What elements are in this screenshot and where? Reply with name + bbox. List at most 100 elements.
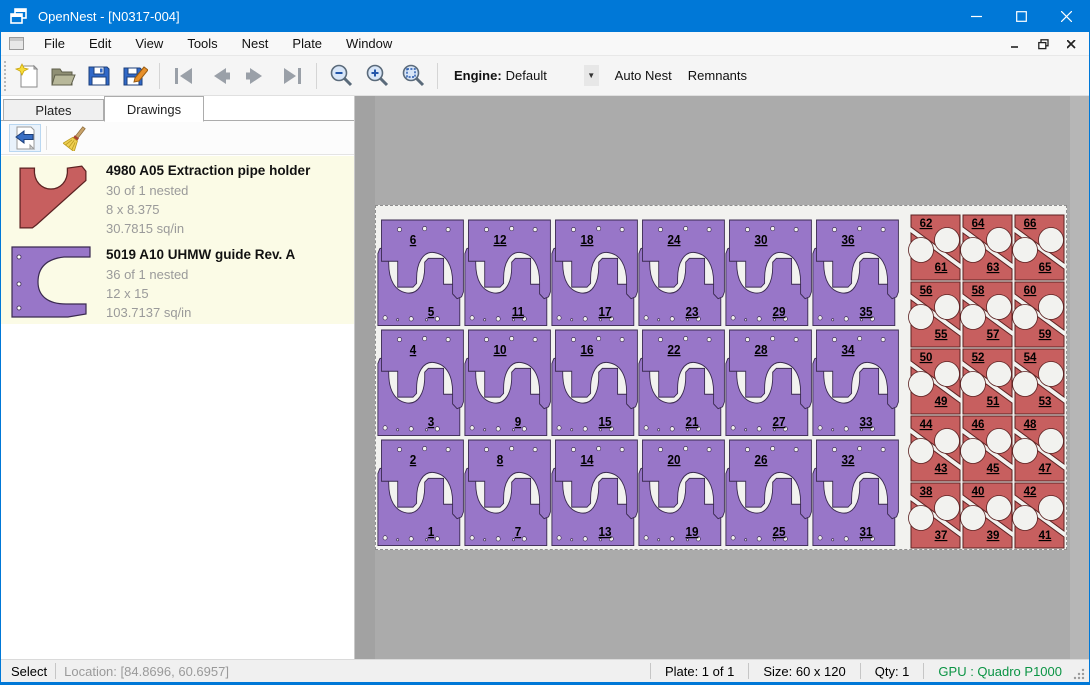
go-next-icon bbox=[244, 66, 268, 86]
open-file-button[interactable] bbox=[46, 60, 80, 92]
drawing-title: 5019 A10 UHMW guide Rev. A bbox=[106, 247, 295, 262]
svg-text:51: 51 bbox=[987, 396, 1000, 408]
drawings-toolbar bbox=[1, 121, 354, 155]
svg-text:6: 6 bbox=[410, 233, 417, 247]
svg-text:4: 4 bbox=[410, 343, 417, 357]
menu-window[interactable]: Window bbox=[334, 33, 404, 54]
main-toolbar: Engine: Default ▼ Auto Nest Remnants bbox=[1, 56, 1089, 96]
status-location: Location: [84.8696, 60.6957] bbox=[64, 664, 229, 679]
svg-text:46: 46 bbox=[972, 419, 985, 431]
go-next-button[interactable] bbox=[239, 60, 273, 92]
nested-parts: 5611121718232429303536349101516212227283… bbox=[376, 206, 1066, 549]
svg-text:28: 28 bbox=[755, 343, 768, 357]
status-separator bbox=[860, 663, 861, 679]
resize-grip[interactable] bbox=[1072, 667, 1086, 681]
go-previous-button[interactable] bbox=[203, 60, 237, 92]
svg-text:59: 59 bbox=[1039, 329, 1052, 341]
save-as-button[interactable] bbox=[118, 60, 152, 92]
import-drawing-button[interactable] bbox=[9, 124, 41, 152]
document-icon[interactable] bbox=[9, 37, 24, 50]
menu-edit[interactable]: Edit bbox=[77, 33, 123, 54]
engine-dropdown-arrow[interactable]: ▼ bbox=[584, 65, 599, 86]
drawings-list: 4980 A05 Extraction pipe holder 30 of 1 … bbox=[1, 156, 354, 324]
zoom-out-button[interactable] bbox=[324, 60, 358, 92]
drawing-thumbnail bbox=[1, 240, 106, 324]
go-previous-icon bbox=[208, 66, 232, 86]
svg-text:9: 9 bbox=[515, 415, 522, 429]
mdi-minimize-button[interactable] bbox=[1003, 34, 1027, 54]
svg-text:29: 29 bbox=[773, 305, 786, 319]
tab-drawings[interactable]: Drawings bbox=[104, 96, 204, 122]
save-button[interactable] bbox=[82, 60, 116, 92]
tab-strip: Plates Drawings bbox=[1, 96, 354, 121]
mdi-close-button[interactable] bbox=[1059, 34, 1083, 54]
menu-file[interactable]: File bbox=[32, 33, 77, 54]
svg-text:55: 55 bbox=[935, 329, 948, 341]
status-size: Size: 60 x 120 bbox=[757, 664, 851, 679]
drawing-area: 103.7137 sq/in bbox=[106, 303, 295, 322]
svg-text:42: 42 bbox=[1024, 486, 1037, 498]
clean-button[interactable] bbox=[60, 124, 92, 152]
svg-text:16: 16 bbox=[581, 343, 594, 357]
svg-text:39: 39 bbox=[987, 530, 1000, 542]
zoom-in-button[interactable] bbox=[360, 60, 394, 92]
svg-text:20: 20 bbox=[668, 453, 681, 467]
status-separator bbox=[923, 663, 924, 679]
broom-icon bbox=[63, 125, 89, 151]
minimize-button[interactable] bbox=[954, 0, 999, 32]
svg-text:10: 10 bbox=[494, 343, 507, 357]
menu-nest[interactable]: Nest bbox=[230, 33, 281, 54]
maximize-button[interactable] bbox=[999, 0, 1044, 32]
remnants-button[interactable]: Remnants bbox=[680, 63, 755, 88]
engine-value[interactable]: Default bbox=[506, 68, 584, 83]
mdi-restore-button[interactable] bbox=[1031, 34, 1055, 54]
svg-text:30: 30 bbox=[755, 233, 768, 247]
plate[interactable]: 5611121718232429303536349101516212227283… bbox=[375, 205, 1067, 550]
svg-text:45: 45 bbox=[987, 463, 1000, 475]
toolbar-separator bbox=[159, 63, 160, 89]
panel-toolbar-separator bbox=[46, 126, 47, 150]
svg-text:31: 31 bbox=[860, 525, 873, 539]
close-button[interactable] bbox=[1044, 0, 1089, 32]
svg-text:11: 11 bbox=[512, 305, 525, 319]
title-bar: OpenNest - [N0317-004] bbox=[1, 0, 1089, 32]
drawing-item[interactable]: 4980 A05 Extraction pipe holder 30 of 1 … bbox=[1, 156, 354, 240]
drawing-item[interactable]: 5019 A10 UHMW guide Rev. A 36 of 1 neste… bbox=[1, 240, 354, 324]
toolbar-grip[interactable] bbox=[4, 61, 9, 91]
tab-plates[interactable]: Plates bbox=[3, 99, 104, 121]
zoom-fit-button[interactable] bbox=[396, 60, 430, 92]
open-file-icon bbox=[50, 64, 76, 88]
svg-text:14: 14 bbox=[581, 453, 594, 467]
new-file-button[interactable] bbox=[10, 60, 44, 92]
svg-text:2: 2 bbox=[410, 453, 417, 467]
menu-view[interactable]: View bbox=[123, 33, 175, 54]
svg-text:22: 22 bbox=[668, 343, 681, 357]
svg-text:62: 62 bbox=[920, 218, 933, 230]
svg-text:18: 18 bbox=[581, 233, 594, 247]
svg-text:47: 47 bbox=[1039, 463, 1052, 475]
status-qty: Qty: 1 bbox=[869, 664, 916, 679]
svg-text:33: 33 bbox=[860, 415, 873, 429]
drawing-thumbnail bbox=[1, 156, 106, 240]
menu-tools[interactable]: Tools bbox=[175, 33, 229, 54]
svg-text:48: 48 bbox=[1024, 419, 1037, 431]
go-first-button[interactable] bbox=[167, 60, 201, 92]
status-separator bbox=[650, 663, 651, 679]
drawing-size: 12 x 15 bbox=[106, 284, 295, 303]
svg-text:36: 36 bbox=[842, 233, 855, 247]
svg-text:27: 27 bbox=[773, 415, 786, 429]
svg-text:21: 21 bbox=[686, 415, 699, 429]
svg-text:56: 56 bbox=[920, 285, 933, 297]
svg-text:65: 65 bbox=[1039, 262, 1052, 274]
nest-canvas[interactable]: 5611121718232429303536349101516212227283… bbox=[355, 96, 1090, 659]
svg-text:5: 5 bbox=[428, 305, 435, 319]
svg-text:15: 15 bbox=[599, 415, 612, 429]
svg-text:63: 63 bbox=[987, 262, 1000, 274]
canvas-margin-right bbox=[1070, 96, 1090, 659]
menu-plate[interactable]: Plate bbox=[280, 33, 334, 54]
auto-nest-button[interactable]: Auto Nest bbox=[607, 63, 680, 88]
import-drawing-icon bbox=[13, 126, 37, 150]
svg-text:3: 3 bbox=[428, 415, 435, 429]
go-last-button[interactable] bbox=[275, 60, 309, 92]
app-window: OpenNest - [N0317-004] File Edit View To… bbox=[0, 0, 1090, 685]
